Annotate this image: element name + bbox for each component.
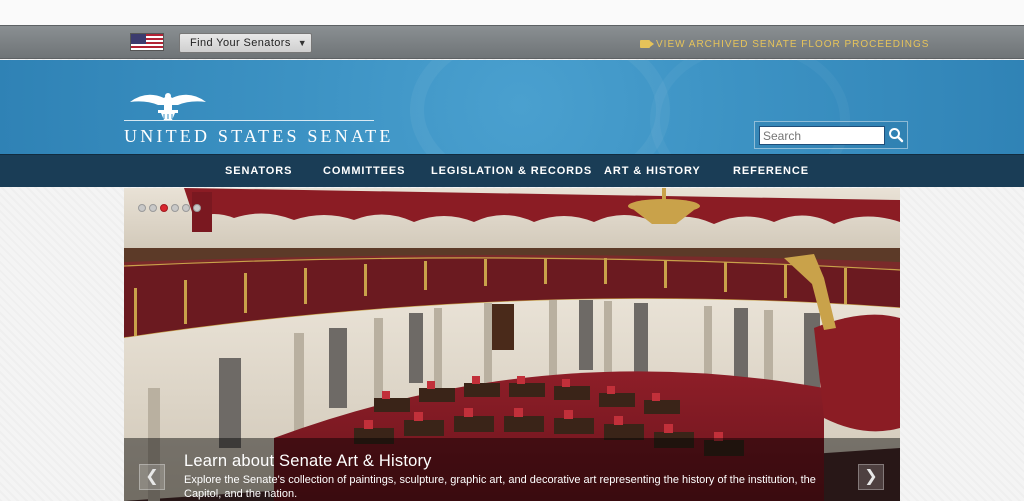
find-your-senators-label: Find Your Senators — [190, 37, 291, 49]
hero-caption: Learn about Senate Art & History Explore… — [124, 438, 900, 501]
nav-item-legislation-records[interactable]: LEGISLATION & RECORDS — [431, 165, 592, 177]
nav-item-committees[interactable]: COMMITTEES — [323, 165, 405, 177]
carousel-indicators — [138, 204, 201, 212]
carousel-dot[interactable] — [149, 204, 157, 212]
nav-item-senators[interactable]: SENATORS — [225, 165, 292, 177]
carousel-prev-button[interactable]: ❮ — [139, 464, 165, 490]
search-input[interactable] — [759, 126, 885, 145]
site-banner: UNITED STATES SENATE — [0, 60, 1024, 154]
carousel-next-button[interactable]: ❯ — [858, 464, 884, 490]
logo-divider — [124, 120, 374, 121]
us-flag-icon[interactable] — [130, 33, 164, 51]
archived-proceedings-link[interactable]: VIEW ARCHIVED SENATE FLOOR PROCEEDINGS — [640, 37, 929, 51]
carousel-dot[interactable] — [193, 204, 201, 212]
nav-item-reference[interactable]: REFERENCE — [733, 165, 809, 177]
nav-item-art-history[interactable]: ART & HISTORY — [604, 165, 701, 177]
hero-description: Explore the Senate's collection of paint… — [184, 474, 816, 500]
hero-title[interactable]: Learn about Senate Art & History — [184, 452, 432, 471]
main-nav: SENATORS COMMITTEES LEGISLATION & RECORD… — [0, 154, 1024, 187]
search-icon[interactable] — [888, 127, 904, 143]
senate-logo-text[interactable]: UNITED STATES SENATE — [124, 126, 394, 147]
carousel-dot-active[interactable] — [160, 204, 168, 212]
top-spacer — [0, 0, 1024, 25]
utility-bar: Find Your Senators ▼ VIEW ARCHIVED SENAT… — [0, 25, 1024, 59]
search-box — [754, 121, 908, 149]
carousel-dot[interactable] — [171, 204, 179, 212]
eagle-logo-icon[interactable] — [128, 88, 208, 122]
decorative-seal — [410, 60, 670, 154]
chevron-down-icon: ▼ — [297, 38, 307, 48]
chevron-left-icon: ❮ — [145, 468, 159, 485]
archived-proceedings-label: VIEW ARCHIVED SENATE FLOOR PROCEEDINGS — [656, 38, 930, 50]
find-your-senators-select[interactable]: Find Your Senators ▼ — [179, 33, 312, 53]
carousel-dot[interactable] — [138, 204, 146, 212]
carousel-dot[interactable] — [182, 204, 190, 212]
video-camera-icon — [640, 40, 654, 48]
hero-carousel[interactable]: Learn about Senate Art & History Explore… — [124, 188, 900, 501]
chevron-right-icon: ❯ — [864, 468, 878, 485]
